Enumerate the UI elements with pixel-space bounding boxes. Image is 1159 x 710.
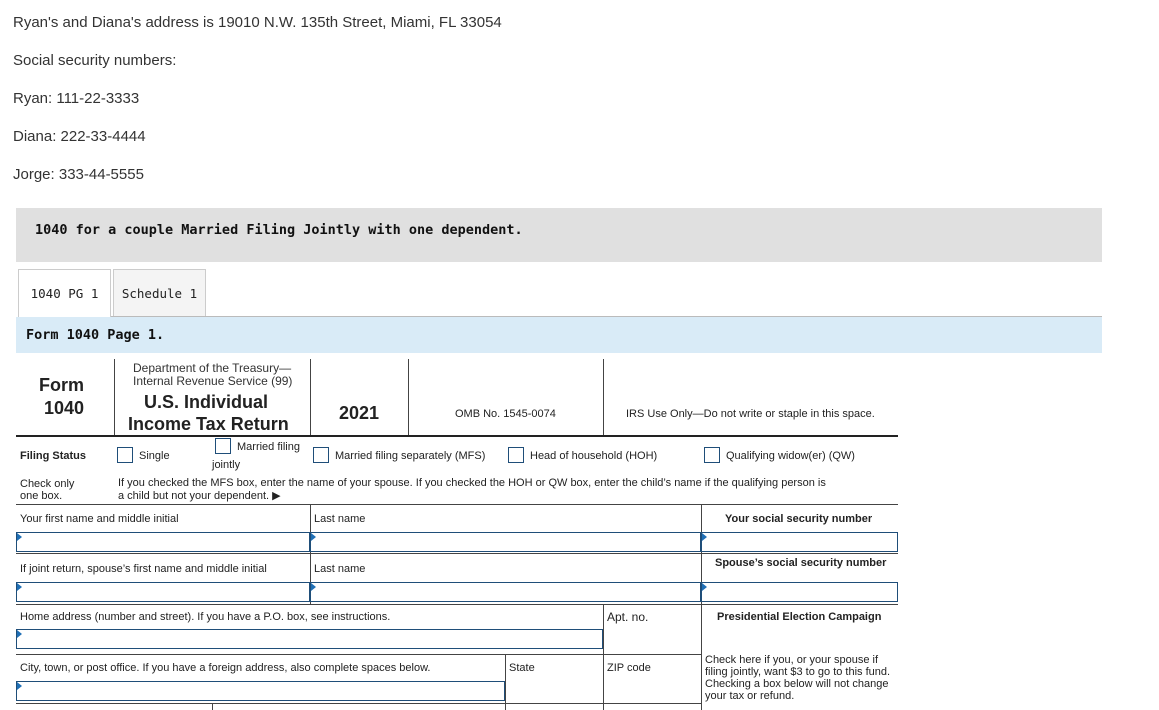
form-1040: Form 1040 Department of the Treasury— In…: [16, 353, 898, 710]
mfs-note-2: a child but not your dependent. ▶: [118, 490, 281, 502]
qw-checkbox[interactable]: [704, 447, 720, 463]
info-jorge-ssn: Jorge: 333-44-5555: [13, 166, 144, 183]
omb-number: OMB No. 1545-0074: [455, 408, 556, 420]
pec-label: Presidential Election Campaign: [717, 611, 882, 623]
city-label: City, town, or post office. If you have …: [20, 662, 431, 674]
mfs-note-1: If you checked the MFS box, enter the na…: [118, 477, 826, 489]
tab-schedule-1-label: Schedule 1: [121, 285, 198, 301]
city-input[interactable]: [16, 681, 505, 701]
spouse-first-name-input[interactable]: [16, 582, 310, 602]
single-label: Single: [139, 450, 170, 462]
state-label: State: [509, 662, 535, 674]
home-address-label: Home address (number and street). If you…: [20, 611, 391, 623]
ssn-label: Your social security number: [725, 513, 873, 525]
form-label: Form: [39, 375, 84, 395]
mfj-label-1: Married filing: [237, 441, 300, 453]
pec-text-4: your tax or refund.: [705, 690, 795, 702]
tab-1040-pg1[interactable]: 1040 PG 1: [18, 269, 111, 317]
problem-banner: 1040 for a couple Married Filing Jointly…: [16, 208, 1102, 262]
page-title: Form 1040 Page 1.: [26, 327, 165, 343]
title-line-2: Income Tax Return: [128, 414, 289, 434]
info-address: Ryan's and Diana's address is 19010 N.W.…: [13, 14, 502, 31]
home-address-input[interactable]: [16, 629, 603, 649]
apt-label: Apt. no.: [607, 610, 649, 624]
hoh-checkbox[interactable]: [508, 447, 524, 463]
mfs-checkbox[interactable]: [313, 447, 329, 463]
first-name-label: Your first name and middle initial: [20, 513, 179, 525]
banner-text: 1040 for a couple Married Filing Jointly…: [35, 222, 523, 238]
form-year: 2021: [339, 403, 380, 423]
pec-text-3: Checking a box below will not change: [705, 678, 889, 690]
page-title-bar: Form 1040 Page 1.: [16, 317, 1102, 353]
check-only-2: one box.: [20, 490, 63, 502]
form-number: 1040: [44, 398, 85, 418]
pec-text-2: filing jointly, want $3 to go to this fu…: [705, 666, 891, 678]
info-diana-ssn: Diana: 222-33-4444: [13, 128, 146, 145]
dept-line-1: Department of the Treasury—: [133, 361, 292, 375]
info-ryan-ssn: Ryan: 111-22-3333: [13, 90, 140, 107]
single-checkbox[interactable]: [117, 447, 133, 463]
mfj-checkbox[interactable]: [215, 438, 231, 454]
spouse-last-name-input[interactable]: [310, 582, 701, 602]
pec-text-1: Check here if you, or your spouse if: [705, 654, 879, 666]
first-name-input[interactable]: [16, 532, 310, 552]
spouse-last-name-label: Last name: [314, 563, 366, 575]
last-name-label: Last name: [314, 513, 366, 525]
mfj-label-2: jointly: [212, 459, 241, 471]
spouse-first-name-label: If joint return, spouse’s first name and…: [20, 563, 267, 575]
ssn-input[interactable]: [701, 532, 898, 552]
check-only-1: Check only: [20, 478, 75, 490]
mfs-label: Married filing separately (MFS): [335, 450, 486, 462]
filing-status-label: Filing Status: [20, 450, 86, 462]
irs-use-only: IRS Use Only—Do not write or staple in t…: [626, 408, 875, 420]
qw-label: Qualifying widow(er) (QW): [726, 450, 855, 462]
title-line-1: U.S. Individual: [144, 392, 269, 412]
spouse-ssn-label: Spouse’s social security number: [715, 557, 887, 569]
tab-schedule-1[interactable]: Schedule 1: [113, 269, 206, 316]
dept-line-2: Internal Revenue Service (99): [133, 374, 293, 388]
last-name-input[interactable]: [310, 532, 701, 552]
tab-1040-pg1-label: 1040 PG 1: [30, 286, 99, 301]
hoh-label: Head of household (HOH): [530, 450, 658, 462]
zip-label: ZIP code: [607, 662, 651, 674]
spouse-ssn-input[interactable]: [701, 582, 898, 602]
info-ssn-heading: Social security numbers:: [13, 52, 177, 69]
